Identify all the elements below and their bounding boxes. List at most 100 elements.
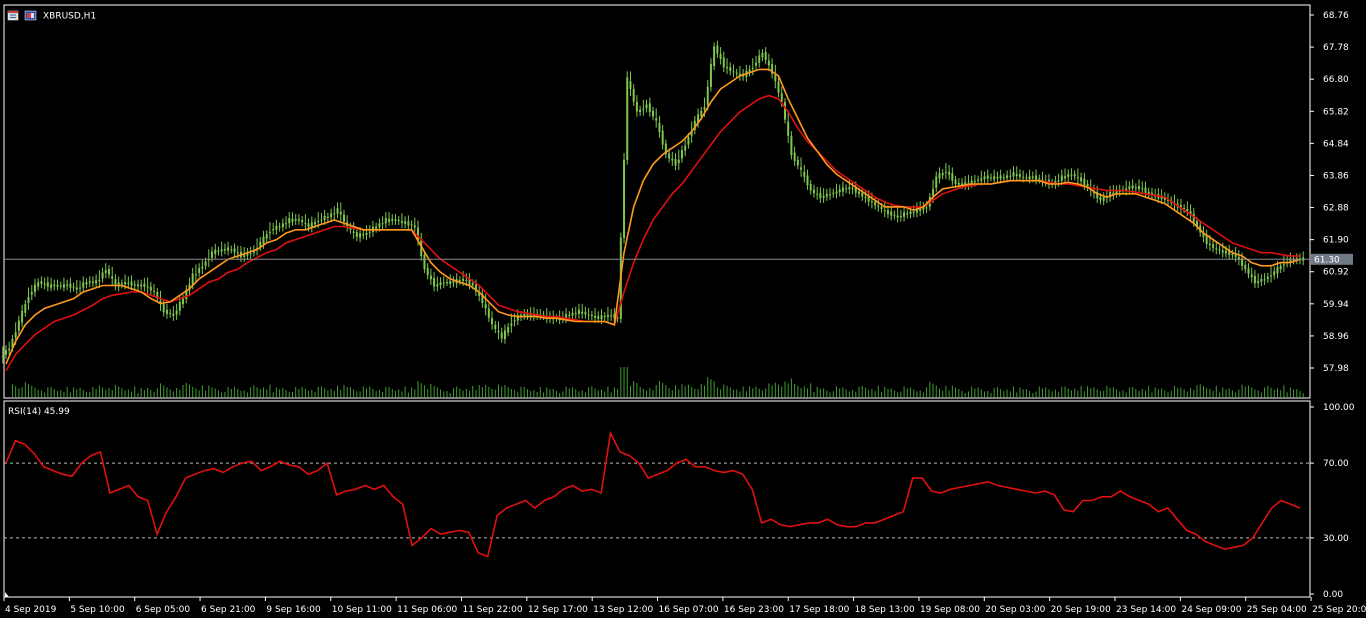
time-tick-label: 13 Sep 12:00 xyxy=(593,605,653,615)
candle-body xyxy=(777,81,780,93)
candle-body xyxy=(1015,174,1018,177)
candle-body xyxy=(1215,248,1218,250)
candle-body xyxy=(27,297,30,303)
candle-body xyxy=(845,188,848,190)
candle-body xyxy=(17,320,20,331)
candle-body xyxy=(623,159,626,238)
candle-body xyxy=(297,219,300,221)
candle-body xyxy=(1247,268,1250,275)
candle-body xyxy=(410,224,413,226)
candle-body xyxy=(713,46,716,67)
candle-body xyxy=(111,276,114,279)
candle-body xyxy=(1060,175,1063,181)
time-axis: 4 Sep 2019 5 Sep 10:00 6 Sep 05:00 6 Sep 21… xyxy=(3,597,1366,615)
time-tick-label: 6 Sep 21:00 xyxy=(201,605,256,615)
candle-body xyxy=(639,109,642,112)
candle-body xyxy=(526,314,529,316)
shift-marker-icon xyxy=(5,592,9,597)
candle-body xyxy=(1064,176,1067,179)
candle-body xyxy=(465,279,468,281)
candle-body xyxy=(1253,275,1256,284)
candle-body xyxy=(201,266,204,269)
candle-body xyxy=(449,281,452,285)
price-tick-label: 68.76 xyxy=(1323,11,1349,21)
rsi-panel[interactable] xyxy=(3,400,1311,598)
candle-body xyxy=(986,175,989,179)
time-tick-label: 24 Sep 09:00 xyxy=(1181,605,1241,615)
candle-body xyxy=(124,282,127,285)
candle-body xyxy=(1260,279,1263,282)
candle-body xyxy=(999,175,1002,179)
candle-body xyxy=(816,193,819,195)
candle-body xyxy=(404,221,407,224)
candle-body xyxy=(56,284,59,287)
candle-body xyxy=(146,286,149,288)
rsi-tick-label: 100.00 xyxy=(1323,403,1355,413)
candle-body xyxy=(75,287,78,290)
candle-body xyxy=(236,252,239,254)
candle-body xyxy=(191,273,194,285)
candle-body xyxy=(825,193,828,197)
candle-body xyxy=(426,268,429,276)
candle-body xyxy=(291,218,294,222)
candle-body xyxy=(46,282,49,287)
candle-body xyxy=(59,285,62,287)
candle-body xyxy=(957,182,960,185)
candle-body xyxy=(24,304,27,313)
candle-body xyxy=(278,226,281,228)
candle-body xyxy=(1080,177,1083,182)
candle-body xyxy=(140,284,143,287)
price-tick-label: 65.82 xyxy=(1323,107,1349,117)
candle-body xyxy=(574,313,577,315)
candle-body xyxy=(79,287,82,289)
candle-body xyxy=(803,171,806,177)
candle-body xyxy=(709,64,712,87)
candle-body xyxy=(227,247,230,251)
candle-body xyxy=(857,191,860,194)
candle-body xyxy=(1263,279,1266,281)
candle-body xyxy=(272,229,275,231)
candle-body xyxy=(1012,172,1015,177)
candle-body xyxy=(652,110,654,117)
price-panel[interactable] xyxy=(3,4,1311,399)
candle-body xyxy=(37,282,40,287)
time-tick-label: 17 Sep 18:00 xyxy=(789,605,849,615)
candle-body xyxy=(1018,174,1021,177)
candle-body xyxy=(1028,176,1031,180)
candle-body xyxy=(899,216,902,218)
candle-body xyxy=(1067,174,1070,177)
candle-body xyxy=(886,210,889,215)
candle-body xyxy=(729,67,732,72)
candle-body xyxy=(1186,208,1189,212)
rsi-tick-label: 30.00 xyxy=(1323,534,1349,544)
candle-body xyxy=(214,249,217,254)
candle-body xyxy=(890,211,893,216)
candle-body xyxy=(304,223,307,225)
candle-body xyxy=(285,223,288,225)
candle-body xyxy=(230,249,233,251)
candle-body xyxy=(62,284,65,288)
candle-body xyxy=(671,158,674,161)
candle-body xyxy=(764,52,767,61)
candle-body xyxy=(677,159,680,164)
candle-body xyxy=(165,309,168,314)
candle-body xyxy=(1006,175,1009,179)
candle-body xyxy=(1244,264,1247,270)
candle-body xyxy=(864,196,867,198)
candle-body xyxy=(510,323,513,326)
candle-body xyxy=(288,218,291,224)
price-tick-label: 60.92 xyxy=(1323,268,1349,278)
candle-body xyxy=(906,213,909,215)
candle-body xyxy=(893,214,896,216)
candle-body xyxy=(1138,186,1141,190)
candle-body xyxy=(832,192,835,194)
candle-body xyxy=(136,284,139,287)
candle-body xyxy=(307,223,310,228)
time-tick-label: 9 Sep 16:00 xyxy=(266,605,321,615)
candle-body xyxy=(1224,250,1227,254)
candle-body xyxy=(233,248,236,253)
candle-body xyxy=(423,254,426,270)
candle-body xyxy=(339,212,342,215)
candle-body xyxy=(632,89,635,102)
price-tick-label: 61.90 xyxy=(1323,236,1349,246)
